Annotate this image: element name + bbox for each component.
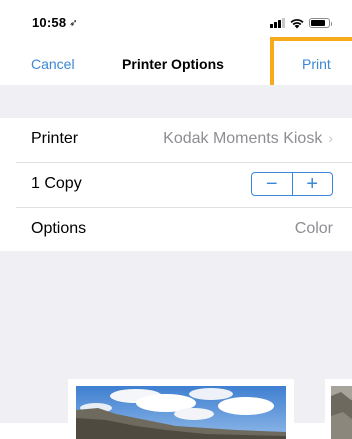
battery-fill (311, 20, 325, 26)
print-highlight-box (270, 37, 352, 91)
printer-options-list: Printer Kodak Moments Kiosk › 1 Copy − + … (0, 118, 352, 252)
preview-page-next[interactable] (325, 379, 352, 439)
printer-name: Kodak Moments Kiosk (163, 130, 323, 147)
printer-label: Printer (31, 130, 79, 147)
increment-button[interactable]: + (293, 173, 333, 195)
section-spacer (0, 85, 352, 118)
printer-value: Kodak Moments Kiosk › (163, 130, 333, 148)
decrement-button[interactable]: − (252, 173, 292, 195)
copies-row: 1 Copy − + (16, 163, 352, 208)
status-time: 10:58 ➶ (32, 15, 78, 30)
preview-photo-next (331, 386, 352, 439)
options-row[interactable]: Options Color (16, 208, 352, 252)
location-arrow-icon: ➶ (69, 18, 78, 29)
print-preview-area[interactable] (0, 251, 352, 439)
options-value: Color (294, 220, 333, 237)
signal-icon (270, 18, 285, 28)
wifi-icon (290, 18, 304, 28)
options-label: Options (31, 220, 87, 237)
status-icons (270, 17, 332, 29)
printer-row[interactable]: Printer Kodak Moments Kiosk › (16, 118, 352, 163)
preview-photo (76, 386, 286, 439)
battery-icon (309, 18, 332, 28)
chevron-right-icon: › (328, 130, 333, 146)
clock-text: 10:58 (32, 15, 67, 30)
preview-page[interactable] (68, 379, 294, 439)
copies-stepper: − + (251, 172, 333, 196)
copies-label: 1 Copy (31, 175, 82, 192)
